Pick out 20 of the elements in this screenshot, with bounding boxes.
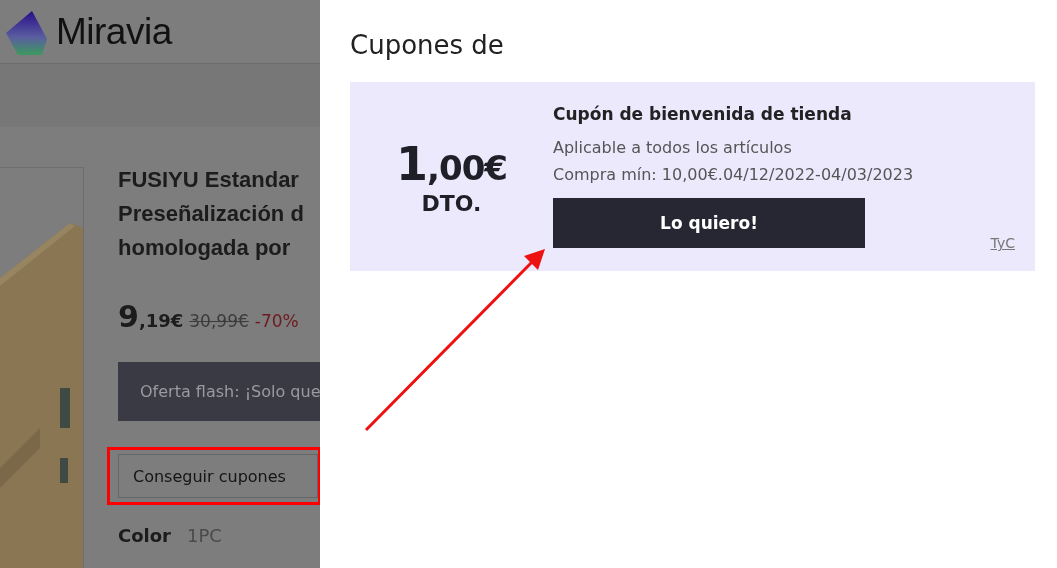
logo-icon	[4, 8, 48, 55]
flash-sale-banner: Oferta flash: ¡Solo que	[118, 362, 320, 421]
coupon-conditions: Compra mín: 10,00€.04/12/2022-04/03/2023	[553, 164, 914, 186]
coupon-scope: Aplicable a todos los artículos	[553, 137, 793, 159]
price-integer: 9	[118, 299, 139, 334]
claim-button[interactable]: Lo quiero!	[553, 198, 865, 248]
logo-text[interactable]: Miravia	[56, 10, 172, 53]
option-label: Color	[118, 525, 171, 546]
original-price: 30,99€	[189, 311, 249, 331]
coupon-amount: 1,00€	[396, 137, 507, 191]
discount-percent: -70%	[254, 311, 299, 331]
get-coupons-button[interactable]: Conseguir cupones	[118, 454, 318, 498]
discount-label: DTO.	[421, 191, 482, 216]
product-title: Preseñalización d	[118, 200, 304, 228]
panel-title: Cupones de	[350, 30, 505, 60]
price-decimals: ,19€	[138, 310, 184, 331]
product-title: FUSIYU Estandar	[118, 166, 299, 194]
terms-link[interactable]: TyC	[990, 235, 1015, 251]
product-title: homologada por	[118, 234, 291, 262]
coupon-name: Cupón de bienvenida de tienda	[553, 104, 853, 124]
